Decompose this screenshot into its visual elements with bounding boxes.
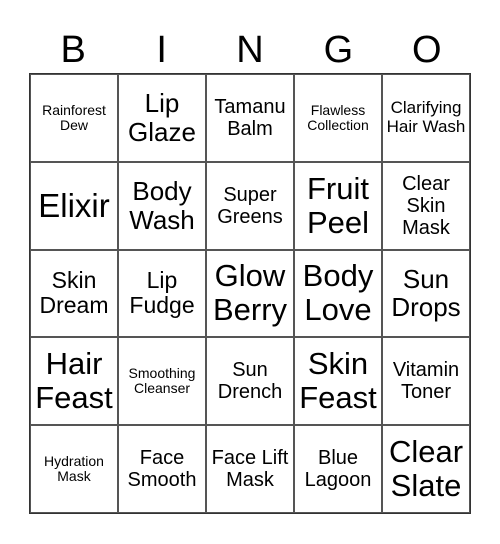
bingo-cell[interactable]: Sun Drench [206,337,294,426]
header-letter-n: N [236,29,264,71]
bingo-cell[interactable]: Super Greens [206,161,294,250]
bingo-cell[interactable]: Blue Lagoon [294,425,382,513]
bingo-cell[interactable]: Rainforest Dew [30,74,118,162]
header-letter-o: O [412,29,442,71]
bingo-cell[interactable]: Hydration Mask [30,425,118,513]
bingo-cell[interactable]: Skin Dream [30,249,118,338]
bingo-cell[interactable]: Lip Glaze [118,74,206,162]
bingo-cell[interactable]: Face Smooth [118,425,206,513]
header-letter-i: I [156,29,167,71]
bingo-cell[interactable]: Sun Drops [382,249,470,338]
bingo-cell[interactable]: Glow Berry [206,249,294,338]
bingo-cell[interactable]: Body Wash [118,161,206,250]
bingo-cell[interactable]: Flawless Collection [294,74,382,162]
bingo-cell[interactable]: Clear Skin Mask [382,161,470,250]
header-letter-b: B [60,29,86,71]
bingo-cell[interactable]: Lip Fudge [118,249,206,338]
bingo-cell[interactable]: Smoothing Cleanser [118,337,206,426]
bingo-cell[interactable]: Elixir [30,161,118,250]
bingo-cell[interactable]: Vitamin Toner [382,337,470,426]
header-letter-g: G [323,29,354,71]
bingo-header: B I N G O [29,28,471,72]
bingo-cell[interactable]: Face Lift Mask [206,425,294,513]
bingo-cell[interactable]: Tamanu Balm [206,74,294,162]
bingo-cell[interactable]: Fruit Peel [294,161,382,250]
bingo-cell[interactable]: Hair Feast [30,337,118,426]
bingo-cell[interactable]: Clear Slate [382,425,470,513]
bingo-cell[interactable]: Skin Feast [294,337,382,426]
bingo-cell[interactable]: Clarifying Hair Wash [382,74,470,162]
bingo-cell[interactable]: Body Love [294,249,382,338]
bingo-grid: Rainforest Dew Lip Glaze Tamanu Balm Flawle… [29,73,471,514]
